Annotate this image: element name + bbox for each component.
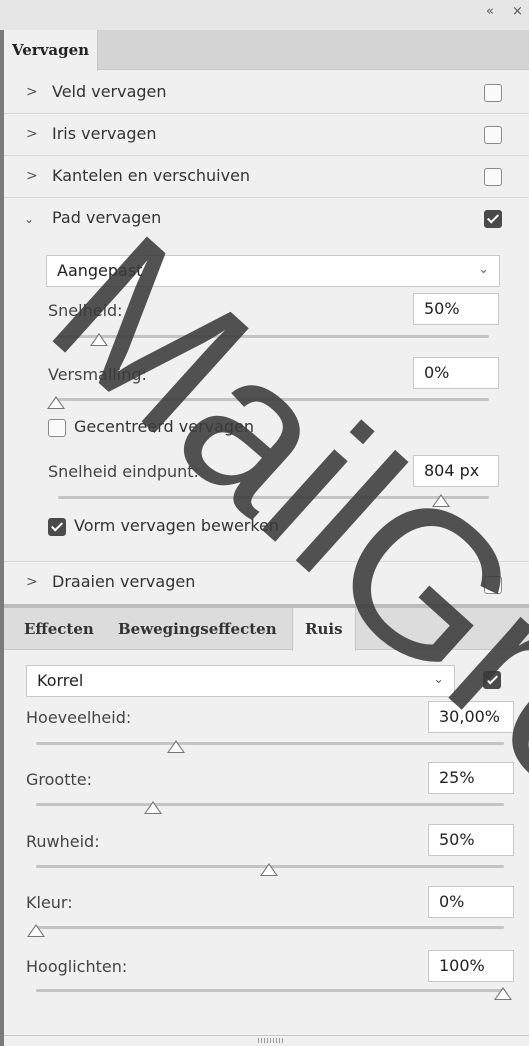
section-field-blur[interactable]: > Veld vervagen	[4, 72, 529, 114]
noise-size-slider-thumb[interactable]	[144, 801, 162, 814]
speed-value-field[interactable]: 50%	[413, 293, 499, 325]
endpoint-speed-value: 804 px	[424, 461, 480, 480]
speed-slider-track[interactable]	[58, 335, 489, 338]
centered-blur-label: Gecentreerd vervagen	[74, 417, 255, 436]
section-spin-blur[interactable]: > Draaien vervagen	[4, 562, 529, 604]
section-label: Pad vervagen	[52, 208, 162, 227]
centered-blur-checkbox[interactable]	[48, 419, 66, 437]
tab-ruis[interactable]: Ruis	[292, 608, 356, 651]
noise-size-slider-track[interactable]	[36, 803, 504, 806]
noise-highlights-value-field[interactable]: 100%	[428, 950, 514, 982]
noise-color-slider-track[interactable]	[36, 926, 504, 929]
taper-value-field[interactable]: 0%	[413, 357, 499, 389]
endpoint-speed-label: Snelheid eindpunt:	[48, 462, 199, 481]
noise-type-value: Korrel	[37, 671, 84, 690]
blur-tools-tabbar: Vervagen	[4, 30, 529, 71]
endpoint-speed-slider-track[interactable]	[58, 496, 489, 499]
edit-blur-shapes-label: Vorm vervagen bewerken	[74, 516, 280, 535]
taper-value: 0%	[424, 363, 450, 382]
edit-blur-shapes-checkbox[interactable]	[48, 518, 66, 536]
chevron-right-icon: >	[26, 574, 38, 590]
noise-enabled-checkbox[interactable]	[483, 671, 501, 689]
tab-effecten[interactable]: Effecten	[24, 608, 94, 650]
noise-amount-slider-track[interactable]	[36, 742, 504, 745]
noise-roughness-value: 50%	[439, 830, 475, 849]
field-blur-checkbox[interactable]	[484, 84, 502, 102]
speed-label: Snelheid:	[48, 301, 123, 320]
noise-roughness-label: Ruwheid:	[26, 832, 100, 851]
section-label: Draaien vervagen	[52, 572, 196, 591]
noise-type-select[interactable]: Korrel ⌄	[26, 665, 455, 697]
noise-amount-value-field[interactable]: 30,00%	[428, 701, 514, 733]
panel-header-strip	[0, 0, 529, 30]
iris-blur-checkbox[interactable]	[484, 126, 502, 144]
chevron-right-icon: >	[26, 126, 38, 142]
section-tilt-shift[interactable]: > Kantelen en verschuiven	[4, 156, 529, 198]
tilt-shift-checkbox[interactable]	[484, 168, 502, 186]
endpoint-speed-value-field[interactable]: 804 px	[413, 455, 499, 487]
preset-value: Aangepast	[57, 261, 143, 280]
panel-bottom-border	[4, 1035, 529, 1036]
noise-color-value: 0%	[439, 892, 465, 911]
collapse-panel-icon[interactable]: «	[486, 4, 494, 19]
section-label: Veld vervagen	[52, 82, 167, 101]
spin-blur-checkbox[interactable]	[484, 576, 502, 594]
noise-color-slider-thumb[interactable]	[27, 924, 45, 937]
section-path-blur[interactable]: ⌄ Pad vervagen	[4, 198, 529, 240]
noise-amount-slider-thumb[interactable]	[167, 740, 185, 753]
noise-color-label: Kleur:	[26, 893, 73, 912]
noise-highlights-slider-thumb[interactable]	[494, 987, 512, 1000]
noise-roughness-value-field[interactable]: 50%	[428, 824, 514, 856]
chevron-down-icon: ⌄	[478, 262, 489, 277]
taper-label: Versmalling:	[48, 365, 147, 384]
chevron-down-icon: ⌄	[24, 212, 35, 226]
section-iris-blur[interactable]: > Iris vervagen	[4, 114, 529, 156]
taper-slider-track[interactable]	[58, 398, 489, 401]
speed-value: 50%	[424, 299, 460, 318]
path-blur-preset-select[interactable]: Aangepast ⌄	[46, 255, 500, 287]
endpoint-speed-slider-thumb[interactable]	[432, 494, 450, 507]
speed-slider-thumb[interactable]	[90, 333, 108, 346]
noise-amount-label: Hoeveelheid:	[26, 708, 132, 727]
noise-highlights-slider-track[interactable]	[36, 989, 504, 992]
tab-bewegingseffecten[interactable]: Bewegingseffecten	[118, 608, 277, 650]
resize-grip-icon[interactable]	[258, 1038, 284, 1043]
noise-size-label: Grootte:	[26, 770, 92, 789]
chevron-down-icon: ⌄	[433, 672, 444, 687]
effects-tabbar: Effecten Bewegingseffecten Ruis	[4, 608, 529, 651]
section-label: Kantelen en verschuiven	[52, 166, 251, 185]
noise-highlights-label: Hooglichten:	[26, 957, 128, 976]
noise-highlights-value: 100%	[439, 956, 485, 975]
chevron-right-icon: >	[26, 84, 38, 100]
noise-size-value-field[interactable]: 25%	[428, 762, 514, 794]
noise-size-value: 25%	[439, 768, 475, 787]
noise-color-value-field[interactable]: 0%	[428, 886, 514, 918]
noise-amount-value: 30,00%	[439, 707, 501, 726]
taper-slider-thumb[interactable]	[47, 396, 65, 409]
noise-roughness-slider-thumb[interactable]	[260, 863, 278, 876]
close-panel-icon[interactable]: ×	[512, 4, 523, 19]
tab-vervagen[interactable]: Vervagen	[4, 30, 99, 71]
chevron-right-icon: >	[26, 168, 38, 184]
section-label: Iris vervagen	[52, 124, 157, 143]
path-blur-checkbox[interactable]	[484, 210, 502, 228]
